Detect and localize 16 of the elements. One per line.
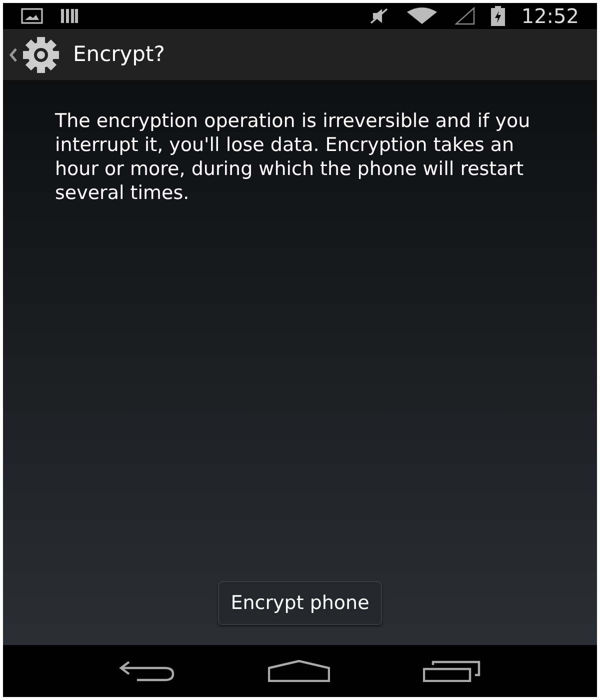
back-arrow-icon[interactable] xyxy=(119,660,176,682)
encrypt-phone-button[interactable]: Encrypt phone xyxy=(218,581,382,625)
back-caret-icon xyxy=(9,48,17,62)
clock-time: 12:52 xyxy=(521,3,579,30)
wifi-icon xyxy=(405,7,440,25)
gear-icon xyxy=(21,34,61,74)
muted-speaker-icon xyxy=(369,7,390,25)
picture-icon xyxy=(21,8,43,24)
up-button[interactable] xyxy=(9,34,61,74)
storage-icon xyxy=(59,8,79,24)
warning-message: The encryption operation is irreversible and if you interrupt it, you'll lose data. Encryption takes an hour or more, during which the phone will restart several times. xyxy=(54,109,532,205)
recent-apps-icon[interactable] xyxy=(422,660,481,682)
home-icon[interactable] xyxy=(268,660,330,682)
screen-title: Encrypt? xyxy=(73,40,165,68)
battery-icon xyxy=(491,6,506,26)
cell-signal-icon xyxy=(455,7,476,25)
